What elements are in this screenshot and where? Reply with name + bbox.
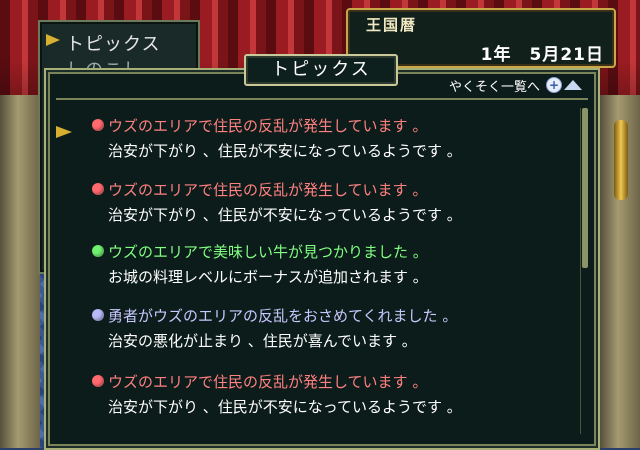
topic-detail: 治安が下がり 、住民が不安になっているようです 。 — [108, 206, 462, 224]
topic-detail: お城の料理レベルにボーナスが追加されます 。 — [108, 268, 428, 286]
topic-item[interactable]: ウズのエリアで美味しい牛が見つかりました 。 お城の料理レベルにボーナスが追加さ… — [92, 240, 562, 287]
promise-list-link[interactable]: やくそく一覧へ + — [449, 75, 582, 95]
list-cursor-icon — [56, 126, 72, 138]
mountain-icon — [564, 80, 582, 90]
scrollbar-thumb[interactable] — [582, 108, 588, 268]
topic-detail: 治安が下がり 、住民が不安になっているようです 。 — [108, 398, 462, 416]
topic-detail: 治安が下がり 、住民が不安になっているようです 。 — [108, 142, 462, 160]
calendar-title: 王国暦 — [366, 16, 418, 34]
bullet-icon — [92, 119, 104, 131]
panel-divider — [56, 98, 588, 100]
topic-headline: ウズのエリアで住民の反乱が発生しています 。 — [108, 116, 428, 135]
topic-headline: 勇者がウズのエリアの反乱をおさめてくれました 。 — [108, 306, 458, 325]
topic-headline-row: ウズのエリアで住民の反乱が発生しています 。 — [92, 178, 562, 200]
topic-item[interactable]: ウズのエリアで住民の反乱が発生しています 。 治安が下がり 、住民が不安になって… — [92, 370, 562, 417]
topic-headline-row: ウズのエリアで住民の反乱が発生しています 。 — [92, 370, 562, 392]
left-pillar — [0, 95, 40, 448]
topic-headline-row: 勇者がウズのエリアの反乱をおさめてくれました 。 — [92, 304, 562, 326]
bullet-icon — [92, 183, 104, 195]
calendar-day: 5月21日 — [529, 45, 604, 65]
bullet-icon — [92, 309, 104, 321]
topic-item[interactable]: ウズのエリアで住民の反乱が発生しています 。 治安が下がり 、住民が不安になって… — [92, 178, 562, 225]
gold-post — [614, 120, 628, 200]
menu-cursor-icon — [46, 34, 60, 46]
calendar-date: 1年 5月21日 — [481, 40, 604, 65]
panel-title: トピックス — [244, 54, 398, 86]
topic-item[interactable]: 勇者がウズのエリアの反乱をおさめてくれました 。 治安の悪化が止まり 、住民が喜… — [92, 304, 562, 351]
calendar-year: 1年 — [480, 45, 512, 65]
bullet-icon — [92, 245, 104, 257]
promise-link-label: やくそく一覧へ — [448, 79, 540, 95]
topic-headline: ウズのエリアで住民の反乱が発生しています 。 — [108, 372, 428, 391]
topic-headline-row: ウズのエリアで住民の反乱が発生しています 。 — [92, 114, 562, 136]
topic-item[interactable]: ウズのエリアで住民の反乱が発生しています 。 治安が下がり 、住民が不安になって… — [92, 114, 562, 161]
bullet-icon — [92, 375, 104, 387]
plus-button-icon: + — [546, 77, 562, 93]
menu-item-topics[interactable]: トピックス — [66, 30, 160, 56]
topic-headline: ウズのエリアで住民の反乱が発生しています 。 — [108, 180, 428, 199]
topic-headline-row: ウズのエリアで美味しい牛が見つかりました 。 — [92, 240, 562, 262]
topic-headline: ウズのエリアで美味しい牛が見つかりました 。 — [108, 242, 428, 261]
topic-detail: 治安の悪化が止まり 、住民が喜んでいます 。 — [108, 332, 417, 350]
